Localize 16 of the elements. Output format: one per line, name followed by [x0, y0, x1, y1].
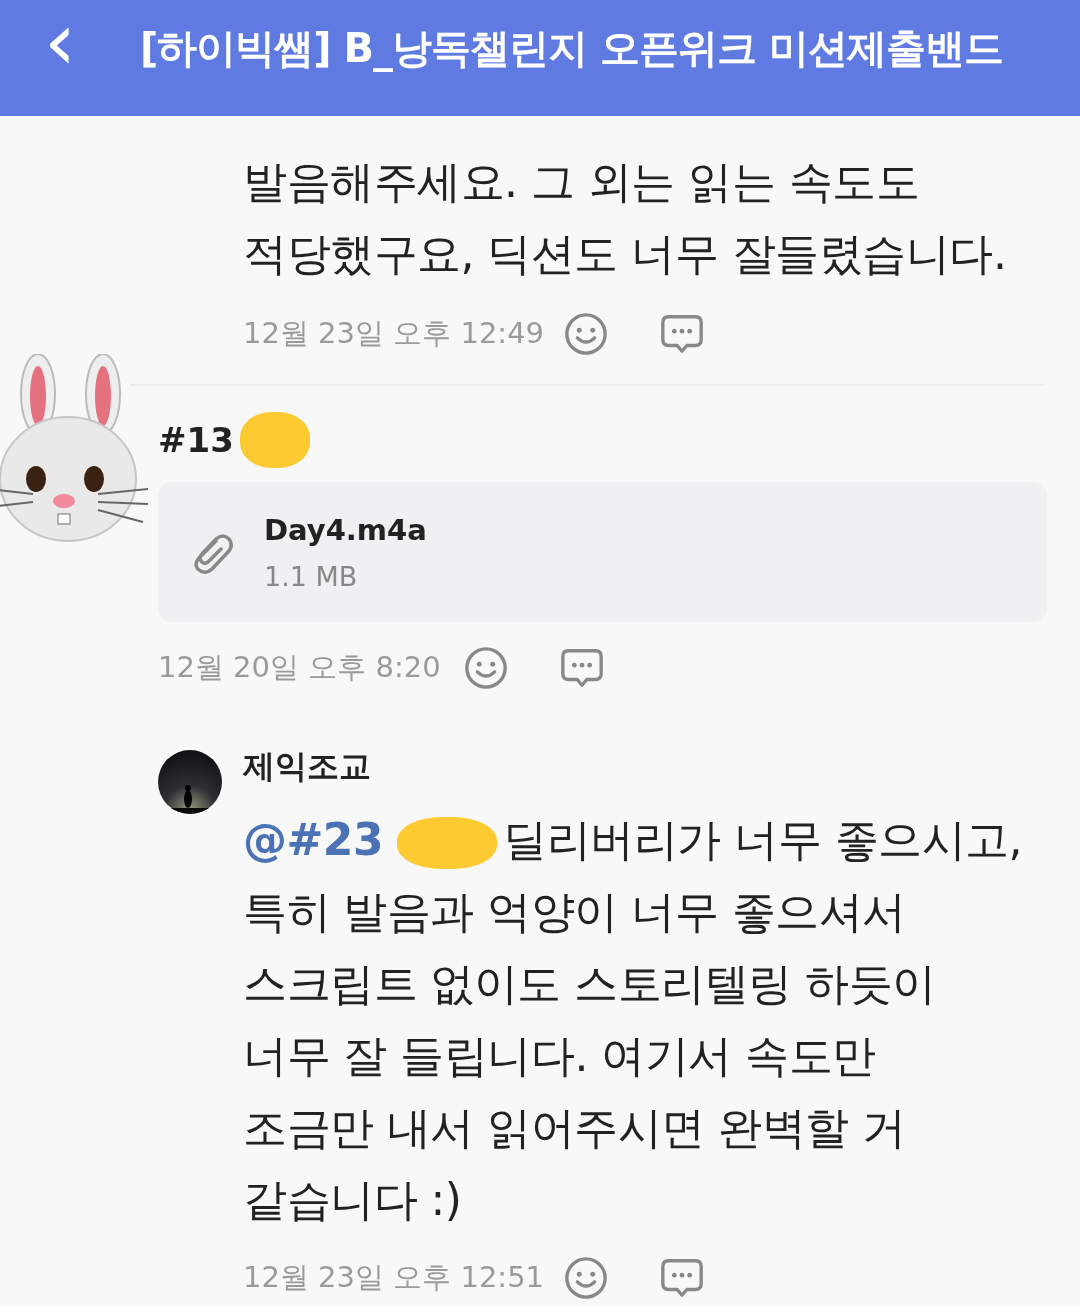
timestamp: 12월 23일 오후 12:51 [243, 1259, 546, 1296]
file-size: 1.1 MB [264, 560, 359, 592]
comment-text: 발음해주세요. 그 외는 읽는 속도도 적당했구요, 딕션도 너무 잘들렸습니다. [243, 155, 1008, 281]
timestamp: 12월 23일 오후 12:49 [243, 315, 546, 352]
smiley-icon[interactable] [563, 311, 609, 357]
smiley-icon[interactable] [563, 1255, 609, 1301]
mention-link[interactable]: @#23 [243, 814, 384, 865]
post-author: #13 [158, 420, 234, 460]
timestamp: 12월 20일 오후 8:20 [158, 649, 442, 686]
smiley-icon[interactable] [463, 645, 509, 691]
attachment-card[interactable]: Day4.m4a 1.1 MB [158, 482, 1047, 622]
comment-text: @#23 딜리버리가 너무 좋으시고, 특히 발음과 억양이 너무 좋으셔서 스크립트 없이도 스토리텔링 하듯이 너무 잘 들립니다. 여기서 속도만 조금만 내서 읽어주시면 완벽할 거 같습니다 :) [243, 813, 1024, 1227]
window-title: [하이빅쌤] B_낭독챌린지 오픈위크 미션제출밴드 [140, 23, 1003, 74]
back-button[interactable]: ‹ [30, 2, 90, 94]
file-name: Day4.m4a [264, 512, 427, 547]
commenter-name: 제익조교 [243, 746, 371, 787]
